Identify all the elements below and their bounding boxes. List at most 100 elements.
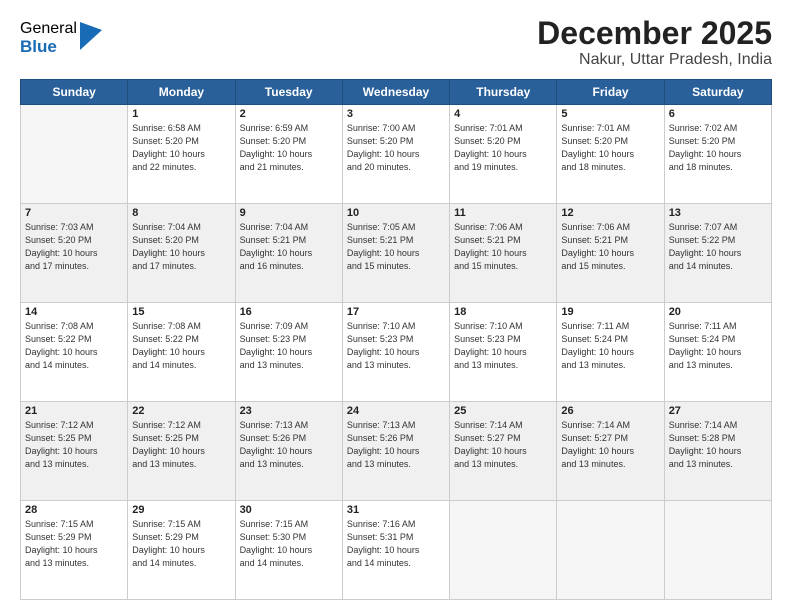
day-number: 10 <box>347 207 445 219</box>
month-title: December 2025 <box>537 16 772 51</box>
day-number: 2 <box>240 108 338 120</box>
col-saturday: Saturday <box>664 80 771 105</box>
day-number: 29 <box>132 504 230 516</box>
day-number: 11 <box>454 207 552 219</box>
table-row: 6 Sunrise: 7:02 AMSunset: 5:20 PMDaylight… <box>664 105 771 204</box>
day-number: 1 <box>132 108 230 120</box>
day-number: 30 <box>240 504 338 516</box>
day-number: 15 <box>132 306 230 318</box>
calendar-week-row: 21 Sunrise: 7:12 AMSunset: 5:25 PMDayligh… <box>21 402 772 501</box>
day-number: 3 <box>347 108 445 120</box>
day-number: 6 <box>669 108 767 120</box>
table-row <box>21 105 128 204</box>
day-number: 20 <box>669 306 767 318</box>
day-info: Sunrise: 7:15 AMSunset: 5:29 PMDaylight:… <box>132 518 230 570</box>
day-info: Sunrise: 7:06 AMSunset: 5:21 PMDaylight:… <box>561 221 659 273</box>
table-row: 24 Sunrise: 7:13 AMSunset: 5:26 PMDayligh… <box>342 402 449 501</box>
day-info: Sunrise: 7:01 AMSunset: 5:20 PMDaylight:… <box>561 122 659 174</box>
day-info: Sunrise: 7:14 AMSunset: 5:27 PMDaylight:… <box>454 419 552 471</box>
table-row <box>450 501 557 600</box>
day-number: 19 <box>561 306 659 318</box>
day-info: Sunrise: 7:04 AMSunset: 5:20 PMDaylight:… <box>132 221 230 273</box>
table-row: 7Sunrise: 7:03 AMSunset: 5:20 PMDaylight… <box>21 204 128 303</box>
day-info: Sunrise: 7:13 AMSunset: 5:26 PMDaylight:… <box>347 419 445 471</box>
day-info: Sunrise: 7:10 AMSunset: 5:23 PMDaylight:… <box>454 320 552 372</box>
day-info: Sunrise: 7:16 AMSunset: 5:31 PMDaylight:… <box>347 518 445 570</box>
day-number: 5 <box>561 108 659 120</box>
table-row: 1 Sunrise: 6:58 AMSunset: 5:20 PMDaylight… <box>128 105 235 204</box>
calendar-table: Sunday Monday Tuesday Wednesday Thursday… <box>20 79 772 600</box>
col-tuesday: Tuesday <box>235 80 342 105</box>
table-row: 21Sunrise: 7:12 AMSunset: 5:25 PMDayligh… <box>21 402 128 501</box>
col-monday: Monday <box>128 80 235 105</box>
calendar-week-row: 14 Sunrise: 7:08 AMSunset: 5:22 PMDayligh… <box>21 303 772 402</box>
day-number: 8 <box>132 207 230 219</box>
table-row: 2 Sunrise: 6:59 AMSunset: 5:20 PMDaylight… <box>235 105 342 204</box>
table-row: 22 Sunrise: 7:12 AMSunset: 5:25 PMDayligh… <box>128 402 235 501</box>
table-row: 29 Sunrise: 7:15 AMSunset: 5:29 PMDayligh… <box>128 501 235 600</box>
day-info: Sunrise: 6:59 AMSunset: 5:20 PMDaylight:… <box>240 122 338 174</box>
day-number: 26 <box>561 405 659 417</box>
day-number: 14 <box>25 306 123 318</box>
table-row: 30 Sunrise: 7:15 AMSunset: 5:30 PMDayligh… <box>235 501 342 600</box>
day-info: Sunrise: 7:06 AMSunset: 5:21 PMDaylight:… <box>454 221 552 273</box>
day-number: 9 <box>240 207 338 219</box>
day-number: 31 <box>347 504 445 516</box>
day-info: Sunrise: 7:10 AMSunset: 5:23 PMDaylight:… <box>347 320 445 372</box>
table-row: 17 Sunrise: 7:10 AMSunset: 5:23 PMDayligh… <box>342 303 449 402</box>
day-info: Sunrise: 7:00 AMSunset: 5:20 PMDaylight:… <box>347 122 445 174</box>
day-info: Sunrise: 7:11 AMSunset: 5:24 PMDaylight:… <box>669 320 767 372</box>
day-info: Sunrise: 7:11 AMSunset: 5:24 PMDaylight:… <box>561 320 659 372</box>
table-row: 5 Sunrise: 7:01 AMSunset: 5:20 PMDaylight… <box>557 105 664 204</box>
day-number: 21 <box>25 405 123 417</box>
logo-icon <box>80 22 102 50</box>
day-info: Sunrise: 7:15 AMSunset: 5:29 PMDaylight:… <box>25 518 123 570</box>
table-row <box>557 501 664 600</box>
col-wednesday: Wednesday <box>342 80 449 105</box>
table-row: 13Sunrise: 7:07 AMSunset: 5:22 PMDayligh… <box>664 204 771 303</box>
day-info: Sunrise: 7:14 AMSunset: 5:28 PMDaylight:… <box>669 419 767 471</box>
title-section: December 2025 Nakur, Uttar Pradesh, Indi… <box>537 16 772 69</box>
logo-text: General Blue <box>20 20 77 56</box>
day-number: 25 <box>454 405 552 417</box>
day-number: 24 <box>347 405 445 417</box>
day-info: Sunrise: 7:12 AMSunset: 5:25 PMDaylight:… <box>132 419 230 471</box>
col-friday: Friday <box>557 80 664 105</box>
day-number: 4 <box>454 108 552 120</box>
table-row: 23Sunrise: 7:13 AMSunset: 5:26 PMDayligh… <box>235 402 342 501</box>
table-row: 27 Sunrise: 7:14 AMSunset: 5:28 PMDayligh… <box>664 402 771 501</box>
table-row: 26 Sunrise: 7:14 AMSunset: 5:27 PMDayligh… <box>557 402 664 501</box>
table-row: 3 Sunrise: 7:00 AMSunset: 5:20 PMDaylight… <box>342 105 449 204</box>
table-row: 8 Sunrise: 7:04 AMSunset: 5:20 PMDaylight… <box>128 204 235 303</box>
table-row: 16Sunrise: 7:09 AMSunset: 5:23 PMDayligh… <box>235 303 342 402</box>
day-info: Sunrise: 7:03 AMSunset: 5:20 PMDaylight:… <box>25 221 123 273</box>
header: General Blue December 2025 Nakur, Uttar … <box>20 16 772 69</box>
day-number: 13 <box>669 207 767 219</box>
day-number: 17 <box>347 306 445 318</box>
page: General Blue December 2025 Nakur, Uttar … <box>0 0 792 612</box>
day-info: Sunrise: 7:15 AMSunset: 5:30 PMDaylight:… <box>240 518 338 570</box>
day-number: 18 <box>454 306 552 318</box>
day-info: Sunrise: 7:04 AMSunset: 5:21 PMDaylight:… <box>240 221 338 273</box>
day-info: Sunrise: 7:05 AMSunset: 5:21 PMDaylight:… <box>347 221 445 273</box>
table-row: 10 Sunrise: 7:05 AMSunset: 5:21 PMDayligh… <box>342 204 449 303</box>
table-row <box>664 501 771 600</box>
day-info: Sunrise: 7:02 AMSunset: 5:20 PMDaylight:… <box>669 122 767 174</box>
col-thursday: Thursday <box>450 80 557 105</box>
day-number: 27 <box>669 405 767 417</box>
day-info: Sunrise: 7:13 AMSunset: 5:26 PMDaylight:… <box>240 419 338 471</box>
calendar-week-row: 7Sunrise: 7:03 AMSunset: 5:20 PMDaylight… <box>21 204 772 303</box>
day-number: 22 <box>132 405 230 417</box>
table-row: 20 Sunrise: 7:11 AMSunset: 5:24 PMDayligh… <box>664 303 771 402</box>
day-info: Sunrise: 6:58 AMSunset: 5:20 PMDaylight:… <box>132 122 230 174</box>
calendar-header-row: Sunday Monday Tuesday Wednesday Thursday… <box>21 80 772 105</box>
table-row: 28Sunrise: 7:15 AMSunset: 5:29 PMDayligh… <box>21 501 128 600</box>
calendar-week-row: 1 Sunrise: 6:58 AMSunset: 5:20 PMDaylight… <box>21 105 772 204</box>
day-number: 16 <box>240 306 338 318</box>
logo: General Blue <box>20 20 102 56</box>
logo-blue: Blue <box>20 38 77 57</box>
day-info: Sunrise: 7:14 AMSunset: 5:27 PMDaylight:… <box>561 419 659 471</box>
logo-general: General <box>20 20 77 38</box>
day-info: Sunrise: 7:08 AMSunset: 5:22 PMDaylight:… <box>25 320 123 372</box>
table-row: 19 Sunrise: 7:11 AMSunset: 5:24 PMDayligh… <box>557 303 664 402</box>
